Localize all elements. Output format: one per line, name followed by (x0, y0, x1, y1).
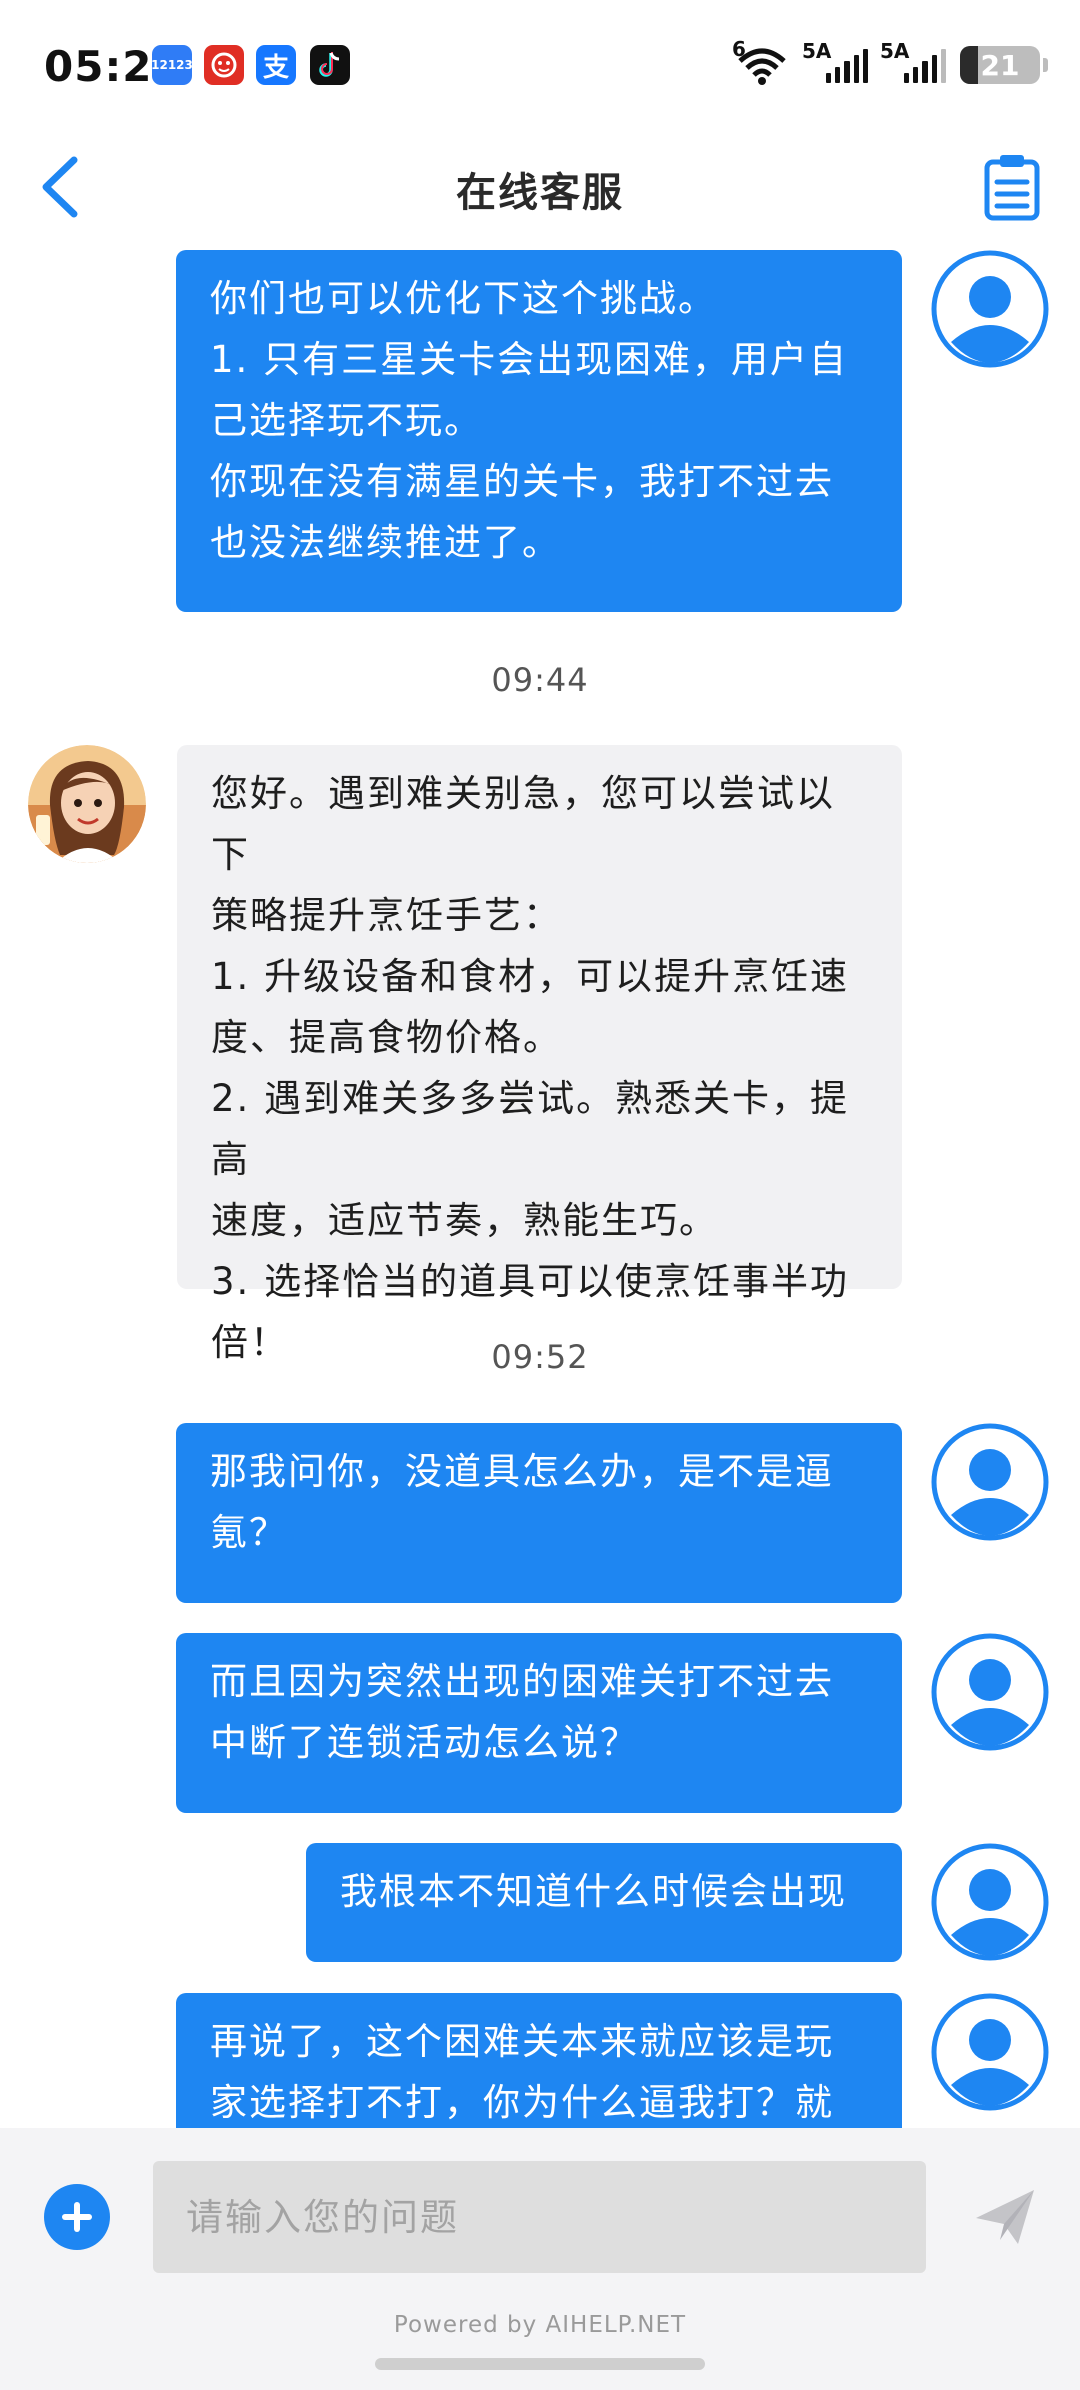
ticket-list-button[interactable] (982, 152, 1042, 222)
user-avatar-icon (931, 1993, 1049, 2111)
message-input[interactable] (153, 2161, 926, 2273)
paper-plane-icon (976, 2190, 1034, 2244)
battery-level: 21 (980, 48, 1020, 82)
user-avatar-icon (931, 1423, 1049, 1541)
message-line: 也没法继续推进了。 (210, 521, 561, 564)
status-indicators: 6 5A 5A 21 (732, 37, 1048, 90)
wifi-icon: 6 (732, 37, 790, 87)
message-line: 速度，适应节奏，熟能生巧。 (211, 1199, 718, 1242)
message-line: 3. 选择恰当的道具可以使烹饪事半功 (211, 1260, 850, 1303)
pinduoduo-app-icon (204, 45, 244, 85)
add-attachment-button[interactable] (44, 2184, 110, 2250)
user-message-bubble: 你们也可以优化下这个挑战。 1. 只有三星关卡会出现困难，用户自 己选择玩不玩。… (176, 250, 902, 612)
message-line: 那我问你，没道具怎么办，是不是逼 (210, 1450, 834, 1493)
user-message-bubble: 我根本不知道什么时候会出现 (306, 1843, 902, 1962)
chat-header: 在线客服 (0, 130, 1080, 245)
message-line: 1. 只有三星关卡会出现困难，用户自 (210, 338, 849, 381)
signal-strength-icon-1: 5A (802, 39, 869, 83)
timestamp: 09:52 (491, 1338, 589, 1376)
send-button[interactable] (972, 2184, 1038, 2250)
message-line: 1. 升级设备和食材，可以提升烹饪速 (211, 955, 850, 998)
user-message-bubble: 那我问你，没道具怎么办，是不是逼 氪？ (176, 1423, 902, 1603)
message-line: 再说了，这个困难关本来就应该是玩 (210, 2020, 834, 2063)
user-avatar-icon (931, 1843, 1049, 1961)
home-indicator[interactable] (375, 2358, 705, 2370)
message-line: 你们也可以优化下这个挑战。 (210, 277, 717, 320)
clipboard-list-icon (984, 155, 1040, 221)
powered-by-label: Powered by AIHELP.NET (393, 2312, 687, 2338)
message-line: 策略提升烹饪手艺： (211, 894, 562, 937)
message-line: 氪？ (210, 1511, 288, 1554)
tiktok-app-icon (310, 45, 350, 85)
page-title: 在线客服 (456, 170, 624, 216)
message-line: 而且因为突然出现的困难关打不过去 (210, 1660, 834, 1703)
message-line: 您好。遇到难关别急，您可以尝试以下 (211, 772, 835, 876)
user-message-bubble: 而且因为突然出现的困难关打不过去 中断了连锁活动怎么说？ (176, 1633, 902, 1813)
agent-avatar-icon (28, 745, 146, 863)
message-line: 己选择玩不玩。 (210, 399, 483, 442)
message-line: 我根本不知道什么时候会出现 (340, 1870, 847, 1913)
user-avatar-icon (931, 1633, 1049, 1751)
message-line: 你现在没有满星的关卡，我打不过去 (210, 460, 834, 503)
alipay-app-icon: 支 (256, 45, 296, 85)
composer-bar: Powered by AIHELP.NET (0, 2128, 1080, 2390)
battery-icon: 21 (960, 46, 1048, 84)
timestamp: 09:44 (491, 661, 589, 699)
agent-message-bubble: 您好。遇到难关别急，您可以尝试以下 策略提升烹饪手艺： 1. 升级设备和食材，可… (177, 745, 902, 1364)
signal-strength-icon-2: 5A (880, 39, 947, 83)
user-avatar-icon (931, 250, 1049, 368)
message-line: 中断了连锁活动怎么说？ (210, 1721, 639, 1764)
message-line: 2. 遇到难关多多尝试。熟悉关卡，提高 (211, 1077, 850, 1181)
message-line: 度、提高食物价格。 (211, 1016, 562, 1059)
status-bar: 05:25 12123 支 6 5A 5A 21 (0, 0, 1080, 130)
12123-app-icon: 12123 (151, 45, 193, 85)
